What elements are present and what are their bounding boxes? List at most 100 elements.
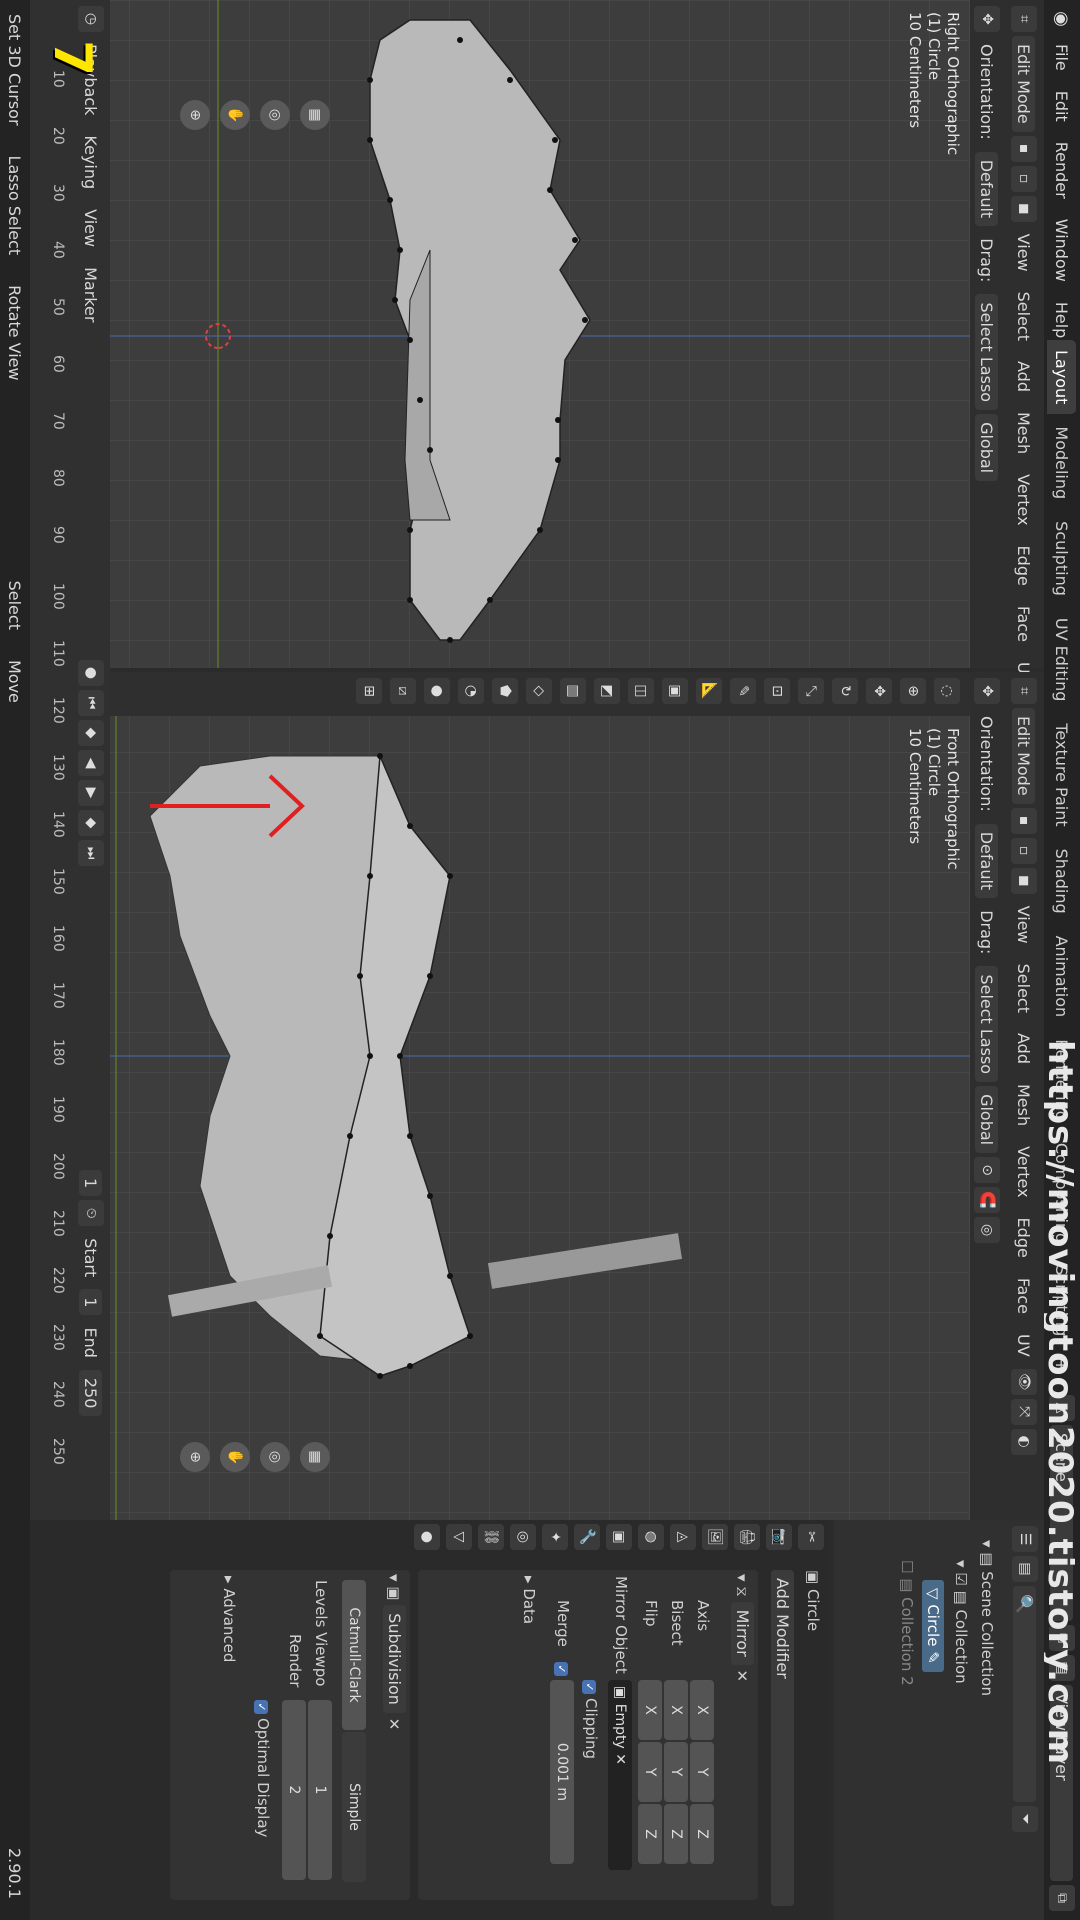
bisect-y-toggle[interactable]: Y	[664, 1742, 688, 1802]
menu-edge[interactable]: Edge	[1013, 538, 1036, 594]
collection2-row[interactable]: ☐ ▤ Collection 2	[898, 1560, 916, 1686]
world-tab-icon[interactable]: ◍	[638, 1524, 664, 1550]
menu-view[interactable]: View	[1013, 898, 1036, 952]
transform-orientation-selector[interactable]: Global	[975, 1086, 999, 1154]
menu-uv[interactable]: UV	[1013, 1326, 1036, 1365]
edge-slide-icon[interactable]: ⧄	[390, 678, 416, 704]
menu-face[interactable]: Face	[1013, 598, 1036, 650]
orientation-selector[interactable]: Default	[975, 151, 999, 227]
render-tab-icon[interactable]: 📷	[766, 1524, 792, 1550]
catmull-clark-button[interactable]: Catmull-Clark	[342, 1580, 366, 1730]
menu-mesh[interactable]: Mesh	[1013, 1076, 1036, 1134]
material-tab-icon[interactable]: ●	[414, 1524, 440, 1550]
mirror-header[interactable]: ▾ ⧖ Mirror ✕	[731, 1574, 754, 1682]
vertex-select-icon[interactable]: ▪	[1011, 807, 1037, 834]
face-select-icon[interactable]: ◼	[1011, 195, 1037, 222]
filter-icon[interactable]: ⏷	[1012, 1806, 1038, 1832]
poly-build-icon[interactable]: ⬟	[492, 678, 518, 704]
proportional-edit-icon[interactable]: ◎	[974, 1217, 1000, 1244]
tool-tab-icon[interactable]: ✂	[798, 1524, 824, 1550]
pivot-icon[interactable]: ⊙	[974, 1157, 1000, 1184]
outliner-editor-icon[interactable]: ☰	[1012, 1526, 1038, 1552]
physics-tab-icon[interactable]: ◎	[510, 1524, 536, 1550]
record-icon[interactable]: ●	[78, 660, 104, 686]
pan-hand-icon[interactable]: ✋	[220, 100, 250, 130]
object-tab-icon[interactable]: ▣	[606, 1524, 632, 1550]
next-key-icon[interactable]: ◆	[78, 810, 104, 836]
subdivision-name-field[interactable]: Subdivision	[383, 1605, 406, 1713]
timeline-editor-icon[interactable]: ◷	[78, 6, 104, 32]
viewport-front-ortho[interactable]: ◌ ⊕ ✥ ↻ ⤡ ⊡ ✎ 📐 ▣ ◫ ◩ ▥ ◇ ⬟ ◔ ● ⧄ ⊞ Fron	[110, 672, 970, 1520]
edge-select-icon[interactable]: ▫	[1011, 837, 1037, 864]
visibility-icon[interactable]: 👁	[1011, 1368, 1037, 1395]
workspace-tab-animation[interactable]: Animation	[1048, 926, 1077, 1028]
scene-tab-icon[interactable]: ◬	[670, 1524, 696, 1550]
bisect-z-toggle[interactable]: Z	[664, 1804, 688, 1864]
transform-orientation-selector[interactable]: Global	[975, 414, 999, 482]
scene-collection-row[interactable]: ▾ ▤ Scene Collection	[978, 1540, 996, 1696]
mode-selector[interactable]: Edit Mode	[1012, 36, 1036, 132]
view-layer-tab-icon[interactable]: 🖼	[702, 1524, 728, 1550]
workspace-tab-sculpting[interactable]: Sculpting	[1048, 511, 1077, 606]
lasso-select-icon[interactable]: ◌	[934, 678, 960, 704]
blender-logo-icon[interactable]: ◉	[1049, 6, 1075, 32]
workspace-tab-texture-paint[interactable]: Texture Paint	[1048, 713, 1077, 836]
output-tab-icon[interactable]: 🖨	[734, 1524, 760, 1550]
ortho-grid-icon[interactable]: ▦	[300, 1442, 330, 1472]
menu-window[interactable]: Window	[1051, 211, 1074, 290]
editor-type-icon[interactable]: ⌗	[1011, 678, 1037, 704]
vertex-select-icon[interactable]: ▪	[1011, 135, 1037, 162]
ortho-grid-icon[interactable]: ▦	[300, 100, 330, 130]
inset-tool-icon[interactable]: ◫	[628, 678, 654, 704]
menu-help[interactable]: Help	[1051, 294, 1074, 346]
menu-add[interactable]: Add	[1013, 1025, 1036, 1072]
transform-icon[interactable]: ✥	[974, 6, 1000, 32]
move-tool-icon[interactable]: ✥	[866, 678, 892, 704]
flip-z-toggle[interactable]: Z	[638, 1804, 662, 1864]
workspace-tab-shading[interactable]: Shading	[1048, 839, 1077, 924]
menu-select[interactable]: Select	[1013, 284, 1036, 349]
levels-viewport-field[interactable]: 1	[308, 1700, 332, 1880]
drag-selector[interactable]: Select Lasso	[975, 294, 999, 411]
mode-selector[interactable]: Edit Mode	[1012, 708, 1036, 804]
gizmo-icon[interactable]: ⤧	[1011, 1398, 1037, 1425]
bisect-x-toggle[interactable]: X	[664, 1680, 688, 1740]
knife-tool-icon[interactable]: ◇	[526, 678, 552, 704]
merge-distance-field[interactable]: 0.001 m	[550, 1680, 574, 1864]
viewport-right-ortho[interactable]: Right Orthographic (1) Circle 10 Centime…	[110, 0, 970, 668]
pan-hand-icon[interactable]: ✋	[220, 1442, 250, 1472]
mirror-name-field[interactable]: Mirror	[731, 1601, 754, 1665]
menu-mesh[interactable]: Mesh	[1013, 404, 1036, 462]
transform-tool-icon[interactable]: ⊡	[764, 678, 790, 704]
flip-x-toggle[interactable]: X	[638, 1680, 662, 1740]
end-field[interactable]: 250	[79, 1369, 103, 1417]
menu-render[interactable]: Render	[1051, 134, 1074, 207]
prev-key-icon[interactable]: ◆	[78, 720, 104, 746]
marker-menu[interactable]: Marker	[80, 259, 103, 330]
play-icon[interactable]: ▶	[78, 780, 104, 806]
menu-vertex[interactable]: Vertex	[1013, 466, 1036, 533]
bevel-tool-icon[interactable]: ◩	[594, 678, 620, 704]
extrude-tool-icon[interactable]: ▣	[662, 678, 688, 704]
constraints-tab-icon[interactable]: ⛓	[478, 1524, 504, 1550]
edge-select-icon[interactable]: ▫	[1011, 165, 1037, 192]
jump-start-icon[interactable]: ⏮	[78, 690, 104, 716]
camera-icon[interactable]: ◎	[260, 1442, 290, 1472]
flip-y-toggle[interactable]: Y	[638, 1742, 662, 1802]
current-frame-field[interactable]: 1	[79, 1170, 103, 1197]
circle-row[interactable]: ▽ Circle ✎	[922, 1580, 944, 1672]
menu-vertex[interactable]: Vertex	[1013, 1138, 1036, 1205]
scale-tool-icon[interactable]: ⤡	[798, 678, 824, 704]
drag-selector[interactable]: Select Lasso	[975, 966, 999, 1083]
axis-x-toggle[interactable]: X	[690, 1680, 714, 1740]
shrink-fatten-icon[interactable]: ⊞	[356, 678, 382, 704]
loop-cut-tool-icon[interactable]: ▥	[560, 678, 586, 704]
outliner-search-input[interactable]: 🔍	[1013, 1586, 1037, 1802]
keying-menu[interactable]: Keying	[80, 127, 103, 197]
workspace-tab-uv-editing[interactable]: UV Editing	[1048, 608, 1077, 711]
add-modifier-button[interactable]: Add Modifier	[771, 1570, 794, 1906]
menu-edge[interactable]: Edge	[1013, 1210, 1036, 1266]
face-select-icon[interactable]: ◼	[1011, 867, 1037, 894]
optimal-display-checkbox[interactable]: ✓ Optimal Display	[254, 1700, 272, 1837]
clock-icon[interactable]: ⏲	[78, 1200, 104, 1227]
